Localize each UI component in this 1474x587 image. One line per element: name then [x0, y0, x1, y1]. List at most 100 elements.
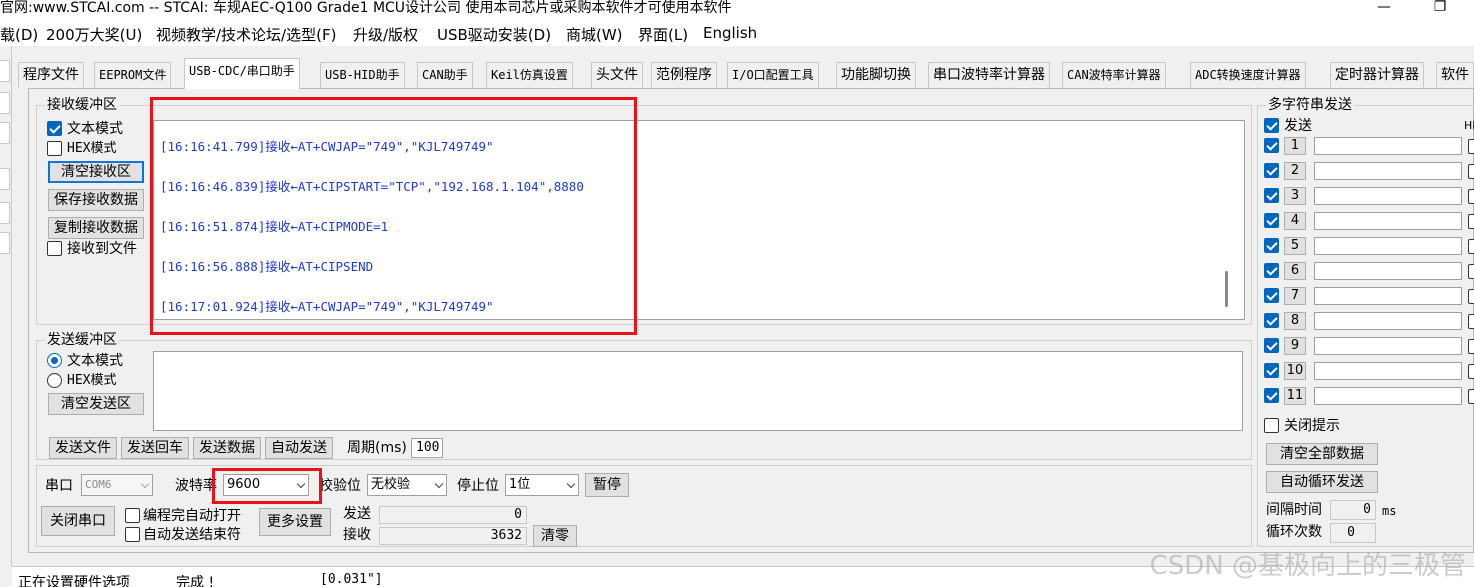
multi-row-index[interactable]: 5: [1284, 237, 1306, 255]
multi-row-input[interactable]: [1314, 362, 1462, 380]
tab-can[interactable]: CAN助手: [417, 62, 473, 88]
close-port-button[interactable]: 关闭串口: [41, 506, 115, 536]
multi-row-checkbox[interactable]: [1264, 363, 1279, 378]
multi-row-hex-checkbox[interactable]: [1468, 139, 1474, 154]
multi-row-hex-checkbox[interactable]: [1468, 289, 1474, 304]
multi-row-hex-checkbox[interactable]: [1468, 239, 1474, 254]
multi-row-index[interactable]: 10: [1284, 362, 1306, 380]
stop-bits-select[interactable]: 1位: [505, 474, 579, 496]
more-settings-button[interactable]: 更多设置: [259, 508, 331, 536]
clear-all-data-button[interactable]: 清空全部数据: [1266, 443, 1378, 465]
multi-row-hex-checkbox[interactable]: [1468, 364, 1474, 379]
tab-can-baud-calc[interactable]: CAN波特率计算器: [1062, 62, 1166, 88]
multi-row-input[interactable]: [1314, 337, 1462, 355]
parity-select[interactable]: 无校验: [367, 474, 447, 496]
tab-software[interactable]: 软件: [1436, 62, 1474, 88]
tab-timer-calc[interactable]: 定时器计算器: [1330, 62, 1424, 88]
multi-row-hex-checkbox[interactable]: [1468, 314, 1474, 329]
multi-row-input[interactable]: [1314, 387, 1462, 405]
clear-send-button[interactable]: 清空发送区: [48, 393, 144, 415]
multi-row-checkbox[interactable]: [1264, 213, 1279, 228]
copy-receive-button[interactable]: 复制接收数据: [48, 217, 144, 239]
multi-row-checkbox[interactable]: [1264, 238, 1279, 253]
auto-send-end-checkbox[interactable]: [125, 527, 140, 542]
multi-row-hex-checkbox[interactable]: [1468, 389, 1474, 404]
auto-loop-send-button[interactable]: 自动循环发送: [1266, 471, 1378, 493]
menu-video[interactable]: 视频教学/技术论坛/选型(F): [156, 24, 336, 45]
tab-usb-hid[interactable]: USB-HID助手: [320, 62, 405, 88]
menu-english[interactable]: English: [703, 24, 757, 42]
receive-scrollbar-thumb[interactable]: [1225, 271, 1228, 307]
multi-row-index[interactable]: 6: [1284, 262, 1306, 280]
send-text-area[interactable]: [153, 351, 1243, 431]
multi-row-checkbox[interactable]: [1264, 313, 1279, 328]
multi-row-checkbox[interactable]: [1264, 263, 1279, 278]
multi-row-input[interactable]: [1314, 262, 1462, 280]
send-data-button[interactable]: 发送数据: [193, 437, 261, 459]
period-input[interactable]: 100: [411, 438, 443, 458]
tab-header-file[interactable]: 头文件: [591, 62, 643, 88]
tab-keil-sim[interactable]: Keil仿真设置: [486, 62, 573, 88]
send-hex-mode-radio[interactable]: [47, 373, 62, 388]
send-return-button[interactable]: 发送回车: [121, 437, 189, 459]
multi-row-index[interactable]: 9: [1284, 337, 1306, 355]
tab-eeprom-file[interactable]: EEPROM文件: [94, 62, 172, 88]
multi-row-input[interactable]: [1314, 187, 1462, 205]
receive-text-area[interactable]: [16:16:41.799]接收←AT+CWJAP="749","KJL7497…: [153, 120, 1245, 320]
pause-button[interactable]: 暂停: [585, 473, 629, 497]
receive-hex-mode-checkbox[interactable]: [47, 141, 62, 156]
multi-row-index[interactable]: 8: [1284, 312, 1306, 330]
receive-text-mode-checkbox[interactable]: [47, 121, 62, 136]
multi-row-input[interactable]: [1314, 237, 1462, 255]
baud-select[interactable]: 9600: [223, 474, 309, 496]
multi-row-index[interactable]: 1: [1284, 137, 1306, 155]
multi-row-index[interactable]: 3: [1284, 187, 1306, 205]
multi-row-checkbox[interactable]: [1264, 338, 1279, 353]
multi-row-index[interactable]: 2: [1284, 162, 1306, 180]
multi-row-hex-checkbox[interactable]: [1468, 339, 1474, 354]
menu-interface[interactable]: 界面(L): [638, 24, 688, 45]
menu-shop[interactable]: 商城(W): [566, 24, 623, 45]
loop-count-input[interactable]: 0: [1330, 523, 1376, 543]
multi-row-index[interactable]: 11: [1284, 387, 1306, 405]
multi-row-input[interactable]: [1314, 137, 1462, 155]
menu-download[interactable]: 载(D): [0, 24, 38, 45]
multi-row-index[interactable]: 4: [1284, 212, 1306, 230]
auto-open-checkbox[interactable]: [125, 508, 140, 523]
menu-upgrade[interactable]: 升级/版权: [353, 24, 418, 45]
save-receive-button[interactable]: 保存接收数据: [48, 189, 144, 211]
port-select[interactable]: COM6: [81, 474, 153, 496]
auto-send-button[interactable]: 自动发送: [265, 437, 333, 459]
multi-row-checkbox[interactable]: [1264, 163, 1279, 178]
tab-usb-cdc[interactable]: USB-CDC/串口助手: [184, 58, 300, 89]
clear-receive-button[interactable]: 清空接收区: [48, 161, 144, 183]
multi-row-hex-checkbox[interactable]: [1468, 164, 1474, 179]
interval-input[interactable]: 0: [1330, 500, 1376, 520]
minimize-icon[interactable]: —: [1376, 0, 1392, 16]
menu-usb-driver[interactable]: USB驱动安装(D): [437, 24, 551, 45]
multi-row-checkbox[interactable]: [1264, 138, 1279, 153]
multi-row-hex-checkbox[interactable]: [1468, 189, 1474, 204]
multi-row-hex-checkbox[interactable]: [1468, 264, 1474, 279]
multi-row-checkbox[interactable]: [1264, 188, 1279, 203]
send-file-button[interactable]: 发送文件: [49, 437, 117, 459]
tab-io-config[interactable]: I/O口配置工具: [727, 62, 819, 88]
multi-row-checkbox[interactable]: [1264, 388, 1279, 403]
multi-row-input[interactable]: [1314, 287, 1462, 305]
multi-row-hex-checkbox[interactable]: [1468, 214, 1474, 229]
receive-to-file-checkbox[interactable]: [47, 241, 62, 256]
tab-program-file[interactable]: 程序文件: [18, 62, 84, 88]
multi-row-checkbox[interactable]: [1264, 288, 1279, 303]
tab-adc-speed-calc[interactable]: ADC转换速度计算器: [1190, 62, 1306, 88]
clear-count-button[interactable]: 清零: [533, 525, 577, 547]
close-hint-checkbox[interactable]: [1264, 418, 1279, 433]
multi-row-input[interactable]: [1314, 312, 1462, 330]
tab-pin-switch[interactable]: 功能脚切换: [836, 62, 916, 88]
multi-row-input[interactable]: [1314, 162, 1462, 180]
send-text-mode-radio[interactable]: [47, 353, 62, 368]
tab-uart-baud-calc[interactable]: 串口波特率计算器: [928, 62, 1050, 88]
multi-send-all-checkbox[interactable]: [1264, 118, 1279, 133]
menu-prize[interactable]: 200万大奖(U): [46, 24, 142, 45]
tab-examples[interactable]: 范例程序: [651, 62, 717, 88]
multi-row-input[interactable]: [1314, 212, 1462, 230]
